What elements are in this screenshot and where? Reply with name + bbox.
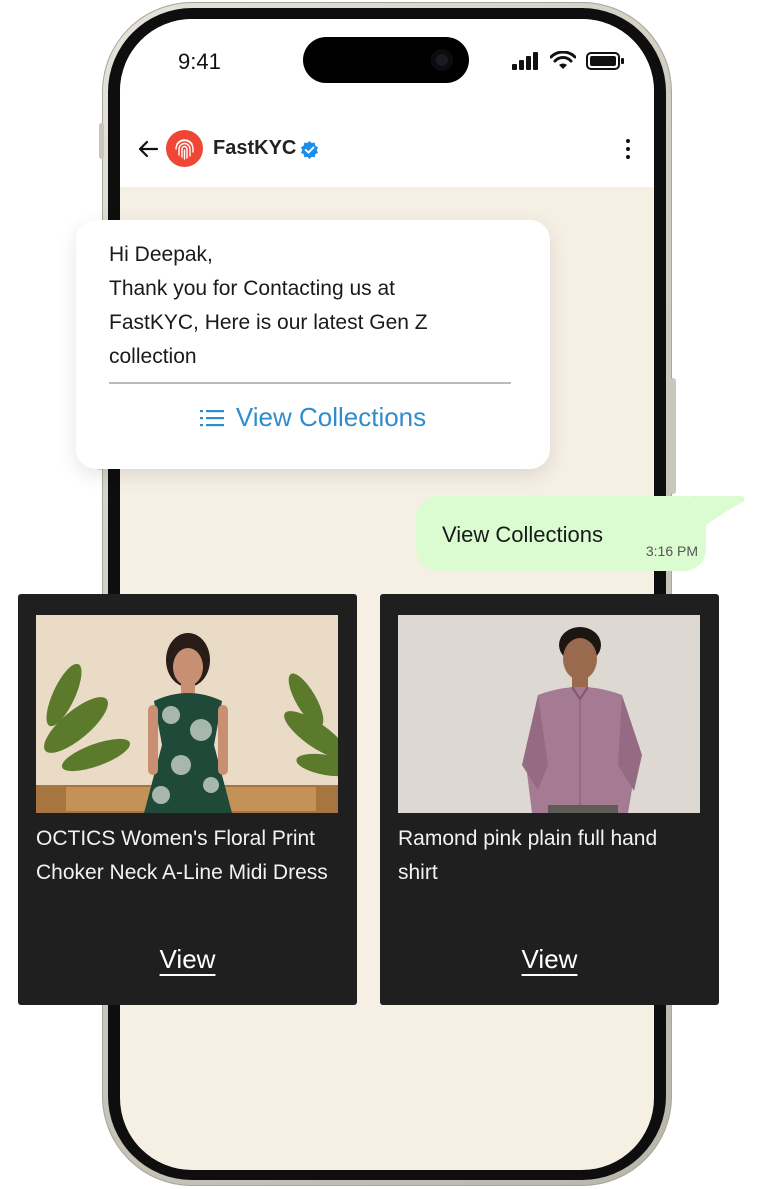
product-image (398, 615, 700, 813)
product-title: Ramond pink plain full hand shirt (398, 827, 658, 884)
message-timestamp: 3:16 PM (645, 543, 698, 559)
wifi-icon (550, 51, 576, 69)
message-line: Hi Deepak, (109, 243, 213, 266)
outgoing-message-text: View Collections (442, 522, 604, 547)
view-product-button[interactable]: View (18, 944, 357, 975)
fingerprint-icon (175, 139, 194, 160)
incoming-message-text: Hi Deepak, Thank you for Contacting us a… (109, 238, 509, 374)
product-card: OCTICS Women's Floral Print Choker Neck … (18, 594, 357, 1005)
message-line: Thank you for Contacting us at (109, 277, 395, 300)
outgoing-message-bubble: View Collections 3:16 PM (416, 496, 706, 571)
back-arrow-icon[interactable] (136, 137, 160, 161)
view-product-button[interactable]: View (380, 944, 719, 975)
verified-badge-icon (300, 140, 319, 159)
status-icons (512, 51, 624, 70)
chat-header: FastKYC (120, 109, 654, 187)
signal-icon (512, 51, 538, 70)
view-collections-button[interactable]: View Collections (76, 402, 550, 433)
battery-icon (586, 51, 624, 70)
message-line: collection (109, 345, 197, 368)
product-image (36, 615, 338, 813)
incoming-message-bubble: Hi Deepak, Thank you for Contacting us a… (76, 220, 550, 469)
product-title: OCTICS Women's Floral Print Choker Neck … (36, 827, 328, 884)
message-line: FastKYC, Here is our latest Gen Z (109, 311, 428, 334)
kebab-menu-icon[interactable] (624, 137, 632, 161)
divider (109, 382, 511, 384)
dynamic-island (303, 37, 469, 83)
camera-icon (431, 49, 453, 71)
side-button (670, 378, 676, 494)
status-bar: 9:41 (120, 19, 654, 109)
side-button (99, 123, 104, 159)
view-collections-label: View Collections (235, 402, 427, 432)
status-time: 9:41 (178, 49, 221, 74)
avatar[interactable] (166, 130, 203, 167)
header-title: FastKYC (213, 137, 297, 159)
product-card: Ramond pink plain full hand shirt View (380, 594, 719, 1005)
list-icon (199, 409, 224, 426)
